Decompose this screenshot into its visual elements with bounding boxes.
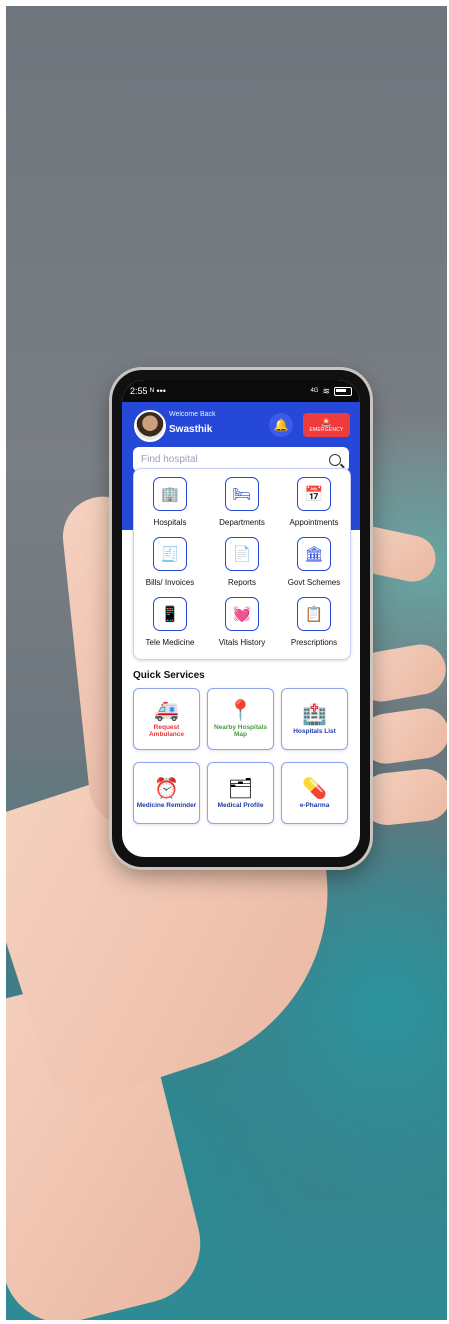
grid-item-appointments[interactable]: 📅 Appointments — [278, 477, 350, 537]
services-grid-card: 🏢 Hospitals 🛏 Departments 📅 Appointments 🧾 Bill… — [133, 468, 351, 660]
status-bar: 2:55 ᴺ ••• 4G ≋ — [122, 380, 360, 402]
notification-bell-button[interactable]: 🔔 — [269, 413, 293, 437]
pharmacy-icon: 💊 — [302, 777, 327, 800]
quick-service-medicine-reminder[interactable]: ⏰ Medicine Reminder — [133, 762, 200, 824]
welcome-text: Welcome Back — [169, 411, 216, 418]
grid-item-label: Appointments — [289, 518, 339, 527]
hospital-building-icon: 🏢 — [153, 477, 187, 511]
bell-icon: 🔔 — [273, 418, 289, 432]
battery-icon — [334, 386, 352, 396]
grid-item-prescriptions[interactable]: 📋 Prescriptions — [278, 597, 350, 657]
ambulance-icon: 🚑 — [154, 700, 179, 722]
grid-item-label: Bills/ Invoices — [145, 578, 195, 587]
grid-item-label: Prescriptions — [290, 638, 338, 647]
user-name: Swasthik — [169, 424, 213, 435]
quick-service-label: Request Ambulance — [148, 724, 185, 738]
quick-services-title: Quick Services — [133, 670, 205, 681]
quick-service-e-pharma[interactable]: 💊 e-Pharma — [281, 762, 348, 824]
vitals-heart-document-icon: 💓 — [225, 597, 259, 631]
grid-item-label: Reports — [227, 578, 256, 587]
siren-icon: 🚨 — [320, 416, 333, 427]
wifi-icon: ≋ — [322, 385, 330, 396]
search-icon[interactable] — [329, 453, 341, 466]
quick-service-hospitals-list[interactable]: 🏥 Hospitals List — [281, 688, 348, 750]
hand-finger — [358, 766, 447, 828]
grid-item-label: Govt Schemes — [287, 578, 341, 587]
quick-services-grid: 🚑 Request Ambulance 📍 Nearby Hospitals Map 🏥… — [133, 688, 349, 824]
grid-item-hospitals[interactable]: 🏢 Hospitals — [134, 477, 206, 537]
quick-service-nearby-hospitals-map[interactable]: 📍 Nearby Hospitals Map — [207, 688, 274, 750]
emergency-button[interactable]: 🚨 EMERGENCY — [303, 413, 350, 437]
hospital-bed-icon: 🛏 — [225, 477, 259, 511]
app-screen: 2:55 ᴺ ••• 4G ≋ Welcome Back Swasthik 🔔 … — [122, 380, 360, 857]
grid-item-departments[interactable]: 🛏 Departments — [206, 477, 278, 537]
grid-item-tele-medicine[interactable]: 📱 Tele Medicine — [134, 597, 206, 657]
alarm-clock-icon: ⏰ — [154, 777, 179, 800]
report-document-icon: 📄 — [225, 537, 259, 571]
grid-item-label: Departments — [219, 518, 265, 527]
search-placeholder: Find hospital — [141, 454, 198, 465]
quick-service-request-ambulance[interactable]: 🚑 Request Ambulance — [133, 688, 200, 750]
government-building-icon: 🏛 — [297, 537, 331, 571]
avatar[interactable] — [134, 410, 166, 442]
telemedicine-phone-icon: 📱 — [153, 597, 187, 631]
status-dots: ••• — [156, 386, 166, 396]
quick-service-label: e-Pharma — [299, 801, 330, 809]
grid-item-bills-invoices[interactable]: 🧾 Bills/ Invoices — [134, 537, 206, 597]
grid-item-label: Vitals History — [218, 638, 266, 647]
services-grid: 🏢 Hospitals 🛏 Departments 📅 Appointments 🧾 Bill… — [134, 469, 350, 657]
grid-item-label: Tele Medicine — [145, 638, 195, 647]
quick-service-label: Nearby Hospitals Map — [213, 724, 268, 738]
quick-service-label: Hospitals List — [293, 727, 336, 735]
emergency-label: EMERGENCY — [309, 426, 344, 433]
prescription-document-icon: 📋 — [297, 597, 331, 631]
grid-item-reports[interactable]: 📄 Reports — [206, 537, 278, 597]
phone-device: 2:55 ᴺ ••• 4G ≋ Welcome Back Swasthik 🔔 … — [112, 370, 370, 867]
grid-item-vitals-history[interactable]: 💓 Vitals History — [206, 597, 278, 657]
map-pin-icon: 📍 — [228, 700, 253, 722]
grid-item-govt-schemes[interactable]: 🏛 Govt Schemes — [278, 537, 350, 597]
quick-service-label: Medical Profile — [217, 801, 264, 809]
invoice-icon: 🧾 — [153, 537, 187, 571]
quick-service-label: Medicine Reminder — [136, 801, 197, 809]
medical-folder-icon: 🗂 — [227, 777, 254, 800]
hospital-icon: 🏥 — [302, 703, 327, 726]
notification-icon: ᴺ — [150, 386, 154, 396]
network-indicator: 4G — [310, 388, 319, 394]
hand-finger — [357, 705, 447, 767]
grid-item-label: Hospitals — [153, 518, 187, 527]
status-time: 2:55 — [130, 386, 148, 396]
quick-service-medical-profile[interactable]: 🗂 Medical Profile — [207, 762, 274, 824]
calendar-check-icon: 📅 — [297, 477, 331, 511]
